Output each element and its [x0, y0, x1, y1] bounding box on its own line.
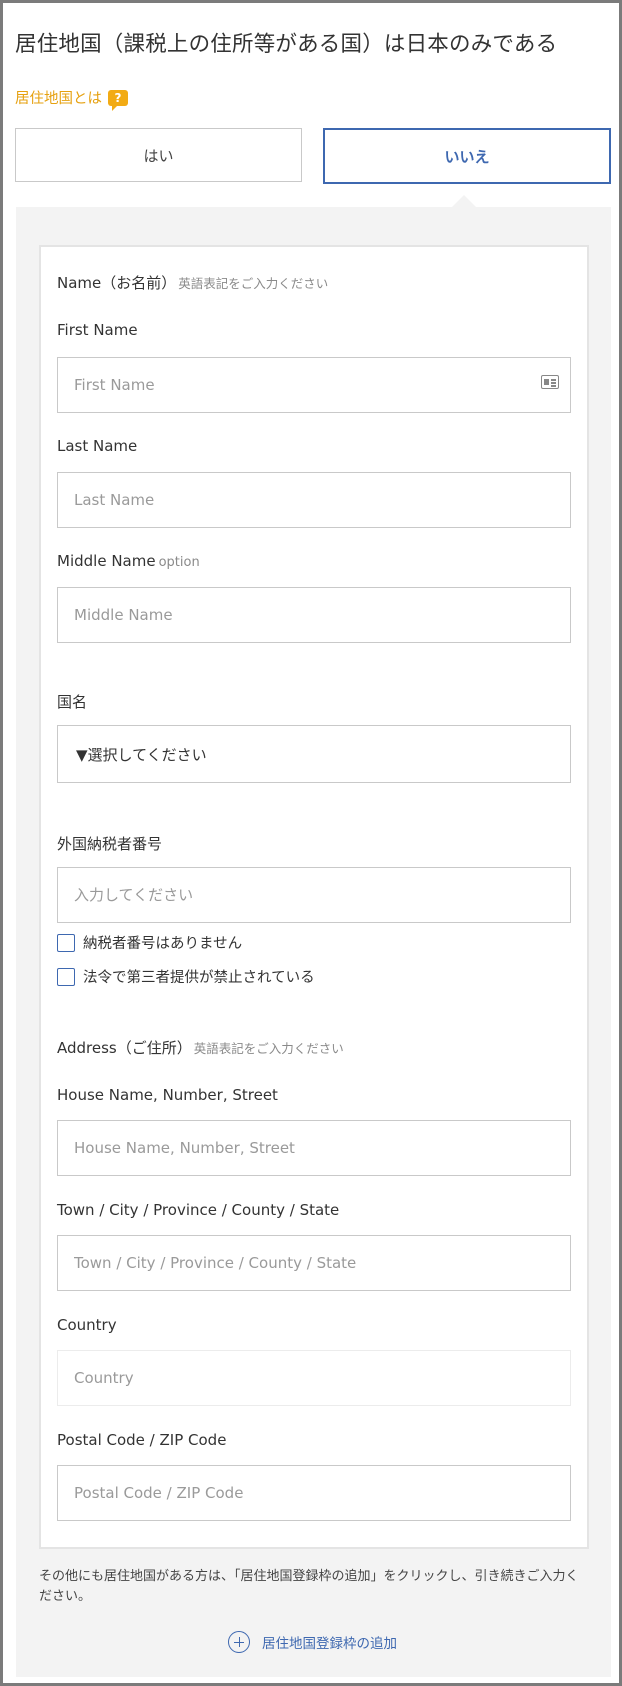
prohibited-by-law-option[interactable]: 法令で第三者提供が禁止されている — [57, 966, 315, 987]
middle-name-label: Middle Name option — [57, 552, 200, 570]
middle-name-input[interactable] — [57, 587, 571, 643]
country-select-value: ▼選択してください — [76, 745, 207, 764]
name-section-title: Name（お名前） — [57, 274, 177, 292]
page-frame: 居住地国（課税上の住所等がある国）は日本のみである 居住地国とは ? はい いい… — [0, 0, 622, 1686]
no-tax-id-checkbox[interactable] — [57, 933, 75, 952]
postal-code-input[interactable] — [57, 1465, 571, 1521]
yes-button[interactable]: はい — [15, 128, 302, 182]
address-country-label: Country — [57, 1316, 117, 1334]
foreign-tax-id-label: 外国納税者番号 — [57, 835, 163, 853]
country-name-label: 国名 — [57, 693, 88, 711]
residence-help-link[interactable]: 居住地国とは ? — [15, 87, 128, 111]
address-section-label: Address（ご住所） 英語表記をご入力ください — [57, 1037, 344, 1058]
last-name-label: Last Name — [57, 437, 138, 455]
town-label: Town / City / Province / County / State — [57, 1201, 340, 1219]
street-input[interactable] — [57, 1120, 571, 1176]
no-button[interactable]: いいえ — [323, 128, 611, 184]
prohibited-by-law-label: 法令で第三者提供が禁止されている — [83, 970, 315, 986]
optional-tag: option — [158, 555, 200, 570]
middle-name-label-text: Middle Name — [57, 552, 156, 570]
address-section-title: Address（ご住所） — [57, 1039, 192, 1057]
name-section-label: Name（お名前） 英語表記をご入力ください — [57, 272, 328, 293]
town-input[interactable] — [57, 1235, 571, 1291]
plus-circle-icon — [228, 1631, 250, 1653]
help-link-label: 居住地国とは — [15, 91, 102, 107]
question-icon: ? — [108, 89, 128, 111]
last-name-input[interactable] — [57, 472, 571, 528]
additional-residence-note: その他にも居住地国がある方は、「居住地国登録枠の追加」をクリックし、引き続きご入… — [39, 1569, 579, 1604]
no-tax-id-option[interactable]: 納税者番号はありません — [57, 932, 242, 953]
country-select[interactable]: ▼選択してください — [57, 725, 571, 783]
add-residence-link[interactable]: 居住地国登録枠の追加 — [228, 1631, 397, 1653]
address-section-note: 英語表記をご入力ください — [193, 1041, 344, 1056]
address-country-input[interactable] — [57, 1350, 571, 1406]
first-name-input[interactable] — [57, 357, 571, 413]
add-residence-label: 居住地国登録枠の追加 — [262, 1636, 397, 1652]
id-card-icon[interactable] — [541, 375, 559, 389]
prohibited-by-law-checkbox[interactable] — [57, 967, 75, 986]
panel-pointer — [451, 195, 477, 208]
foreign-tax-id-input[interactable] — [57, 867, 571, 923]
no-tax-id-label: 納税者番号はありません — [83, 936, 243, 952]
street-label: House Name, Number, Street — [57, 1086, 278, 1104]
first-name-label: First Name — [57, 321, 138, 339]
question-title: 居住地国（課税上の住所等がある国）は日本のみである — [15, 32, 558, 57]
name-section-note: 英語表記をご入力ください — [178, 276, 329, 291]
postal-code-label: Postal Code / ZIP Code — [57, 1431, 227, 1449]
